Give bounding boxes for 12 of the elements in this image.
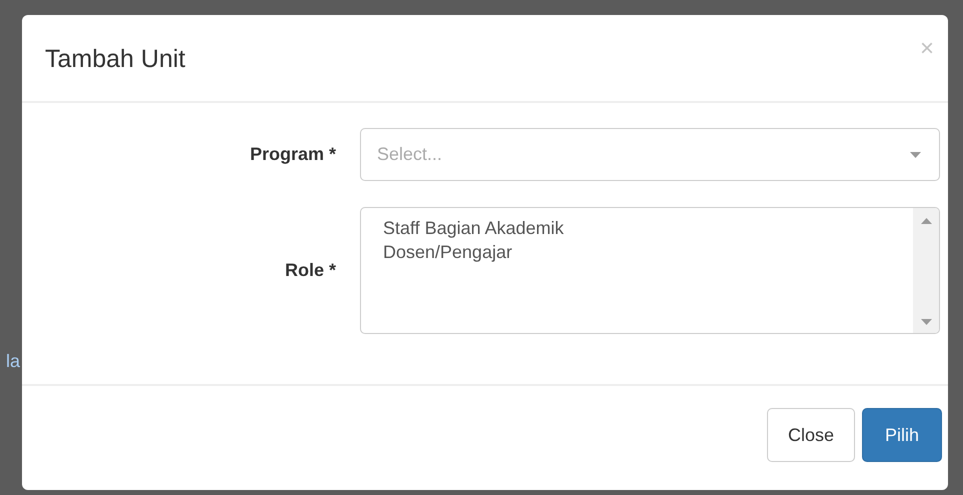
close-button[interactable]: Close <box>766 408 855 462</box>
list-option[interactable]: Dosen/Pengajar <box>361 240 534 264</box>
submit-button[interactable]: Pilih <box>862 408 942 462</box>
dialog-title: Tambah Unit <box>45 44 186 74</box>
field-label: Role * <box>284 260 336 281</box>
scrollbar[interactable] <box>913 208 939 333</box>
scroll-up-icon[interactable] <box>920 218 932 224</box>
scroll-down-icon[interactable] <box>920 319 932 325</box>
link-text: la <box>5 350 22 372</box>
dropdown-caret-icon[interactable] <box>910 152 921 158</box>
field-label: Program * <box>250 144 336 165</box>
list-option[interactable]: Staff Bagian Akademik <box>361 216 586 240</box>
